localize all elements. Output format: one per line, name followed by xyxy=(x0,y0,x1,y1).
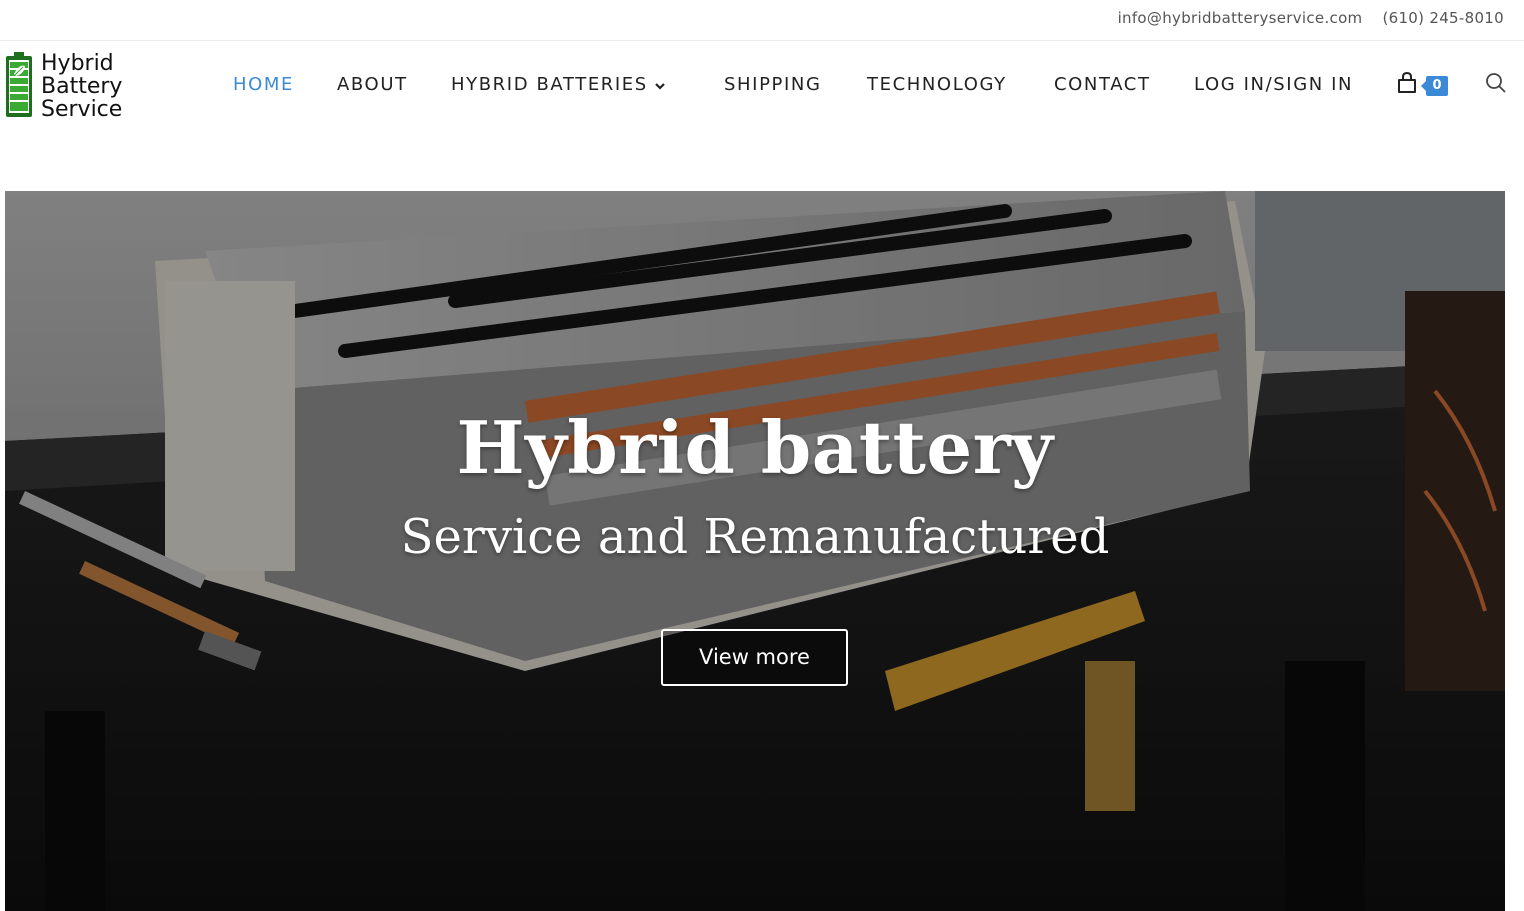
email-link[interactable]: info@hybridbatteryservice.com xyxy=(1118,9,1363,27)
nav-shipping[interactable]: SHIPPING xyxy=(724,74,822,95)
hero-title: Hybrid battery xyxy=(456,405,1054,490)
chevron-down-icon xyxy=(654,75,666,96)
hero-subtitle: Service and Remanufactured xyxy=(400,509,1110,565)
top-bar: info@hybridbatteryservice.com (610) 245-… xyxy=(0,0,1524,41)
cart-icon[interactable] xyxy=(1396,71,1418,99)
phone-link[interactable]: (610) 245-8010 xyxy=(1382,9,1504,27)
hero-banner: Hybrid battery Service and Remanufacture… xyxy=(5,191,1505,911)
top-contact: info@hybridbatteryservice.com (610) 245-… xyxy=(1118,9,1504,27)
nav-about[interactable]: ABOUT xyxy=(337,74,408,95)
site-header: Hybrid Battery Service HOME ABOUT HYBRID… xyxy=(0,41,1524,131)
main-nav: HOME ABOUT HYBRID BATTERIES SHIPPING TEC… xyxy=(0,41,1524,131)
nav-hybrid-batteries[interactable]: HYBRID BATTERIES xyxy=(451,74,666,96)
search-icon[interactable] xyxy=(1485,72,1507,99)
cart-count-badge[interactable]: 0 xyxy=(1421,76,1448,96)
nav-technology[interactable]: TECHNOLOGY xyxy=(867,74,1007,95)
nav-contact[interactable]: CONTACT xyxy=(1054,74,1151,95)
nav-home[interactable]: HOME xyxy=(233,74,294,95)
nav-hybrid-batteries-label: HYBRID BATTERIES xyxy=(451,74,648,95)
view-more-button[interactable]: View more xyxy=(661,629,848,686)
nav-login[interactable]: LOG IN/SIGN IN xyxy=(1194,74,1353,95)
